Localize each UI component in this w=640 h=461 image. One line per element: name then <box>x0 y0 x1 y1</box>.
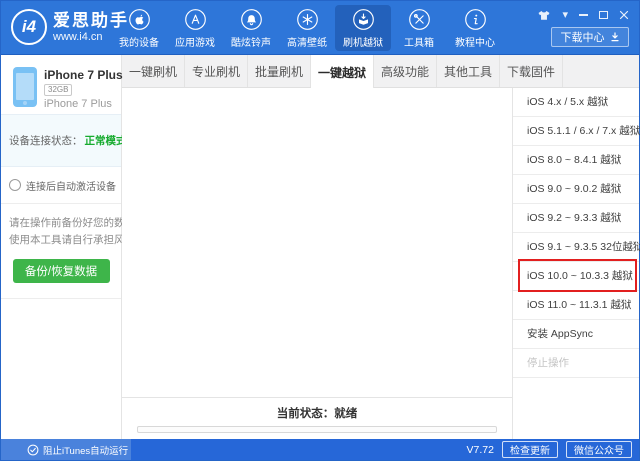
jailbreak-item-label: iOS 11.0 ~ 11.3.1 越狱 <box>527 299 632 311</box>
block-itunes-label: 阻止iTunes自动运行 <box>43 445 129 457</box>
jailbreak-item-ios9-2[interactable]: iOS 9.2 ~ 9.3.3 越狱 <box>513 204 639 233</box>
apple-icon <box>128 8 151 31</box>
current-status-text: 当前状态：就绪 <box>276 408 358 420</box>
connection-status-value: 正常模式 <box>84 135 127 147</box>
close-button[interactable] <box>619 10 629 20</box>
nav-item-my-device[interactable]: 我的设备 <box>111 5 167 51</box>
warning-line-1: 请在操作前备份好您的数据 <box>9 217 135 229</box>
connection-status: 设备连接状态： 正常模式 <box>1 114 127 167</box>
header-bar: i4 爱思助手 www.i4.cn 我的设备 应用游戏 酷炫铃声 高清壁纸 刷机… <box>1 1 639 55</box>
device-sidebar: iPhone 7 Plus 32GB iPhone 7 Plus 设备连接状态：… <box>1 55 135 439</box>
tab-batch-flash[interactable]: 批量刷机 <box>248 55 311 87</box>
download-icon <box>610 32 619 42</box>
content-area: 当前状态：就绪 <box>122 88 512 439</box>
maximize-button[interactable] <box>599 11 608 19</box>
i4-logo-icon: i4 <box>11 9 47 45</box>
check-update-button[interactable]: 检查更新 <box>502 441 558 458</box>
jailbreak-box-icon <box>352 8 375 31</box>
jailbreak-item-label: iOS 9.0 ~ 9.0.2 越狱 <box>527 183 622 195</box>
jailbreak-item-ios5-6-7[interactable]: iOS 5.1.1 / 6.x / 7.x 越狱 <box>513 117 640 146</box>
warning-line-2: 使用本工具请自行承担风险 <box>9 234 135 246</box>
bell-icon <box>240 8 263 31</box>
progress-bar <box>137 426 497 433</box>
device-model: iPhone 7 Plus <box>44 98 112 110</box>
skin-icon[interactable] <box>537 10 551 21</box>
install-appsync-item[interactable]: 安装 AppSync <box>513 320 639 349</box>
nav-label: 工具箱 <box>404 37 434 49</box>
nav-item-tutorials[interactable]: 教程中心 <box>447 5 503 51</box>
nav-item-wallpapers[interactable]: 高清壁纸 <box>279 5 335 51</box>
tab-pro-flash[interactable]: 专业刷机 <box>185 55 248 87</box>
tools-icon <box>408 8 431 31</box>
snowflake-icon <box>296 8 319 31</box>
nav-label: 酷炫铃声 <box>231 37 271 49</box>
iphone-icon <box>13 67 37 107</box>
block-itunes-toggle[interactable]: 阻止iTunes自动运行 <box>1 439 131 460</box>
jailbreak-item-ios8[interactable]: iOS 8.0 ~ 8.4.1 越狱 <box>513 146 639 175</box>
nav-item-flash-jailbreak[interactable]: 刷机越狱 <box>335 5 391 51</box>
jailbreak-item-ios4-5[interactable]: iOS 4.x / 5.x 越狱 <box>513 88 639 117</box>
footer-right: V7.72 检查更新 微信公众号 <box>467 441 639 458</box>
device-card: iPhone 7 Plus 32GB iPhone 7 Plus <box>1 63 123 114</box>
capacity-badge: 32GB <box>44 84 73 96</box>
jailbreak-item-ios10[interactable]: iOS 10.0 ~ 10.3.3 越狱 <box>513 259 639 292</box>
stop-operation-item: 停止操作 <box>513 349 639 378</box>
jailbreak-item-label: 安装 AppSync <box>527 328 593 340</box>
radio-icon[interactable] <box>9 179 21 191</box>
info-icon <box>464 8 487 31</box>
footer-bar: 阻止iTunes自动运行 V7.72 检查更新 微信公众号 <box>1 439 639 460</box>
nav-item-ringtones[interactable]: 酷炫铃声 <box>223 5 279 51</box>
nav-label: 高清壁纸 <box>287 37 327 49</box>
tab-advanced[interactable]: 高级功能 <box>374 55 437 87</box>
wechat-account-button[interactable]: 微信公众号 <box>566 441 632 458</box>
version-label: V7.72 <box>466 443 494 456</box>
appstore-icon <box>184 8 207 31</box>
tab-one-click-flash[interactable]: 一键刷机 <box>122 55 185 87</box>
jailbreak-item-ios9-0[interactable]: iOS 9.0 ~ 9.0.2 越狱 <box>513 175 639 204</box>
app-window: i4 爱思助手 www.i4.cn 我的设备 应用游戏 酷炫铃声 高清壁纸 刷机… <box>0 0 640 461</box>
download-center-button[interactable]: 下载中心 <box>551 27 629 47</box>
backup-restore-button[interactable]: 备份/恢复数据 <box>12 259 110 283</box>
nav-label: 我的设备 <box>119 37 159 49</box>
minimize-button[interactable] <box>579 14 588 16</box>
tab-download-firmware[interactable]: 下载固件 <box>500 55 563 87</box>
jailbreak-item-label: iOS 9.2 ~ 9.3.3 越狱 <box>527 212 622 224</box>
nav-label: 刷机越狱 <box>343 37 383 49</box>
auto-activate-label: 连接后自动激活设备 <box>26 181 116 193</box>
jailbreak-item-label: iOS 8.0 ~ 8.4.1 越狱 <box>527 154 622 166</box>
nav-item-toolbox[interactable]: 工具箱 <box>391 5 447 51</box>
jailbreak-item-label: iOS 10.0 ~ 10.3.3 越狱 <box>527 270 633 282</box>
jailbreak-item-label: iOS 9.1 ~ 9.3.5 32位越狱 <box>527 241 640 253</box>
jailbreak-item-label: iOS 4.x / 5.x 越狱 <box>527 96 609 108</box>
jailbreak-item-label: iOS 5.1.1 / 6.x / 7.x 越狱 <box>527 125 640 137</box>
main-nav: 我的设备 应用游戏 酷炫铃声 高清壁纸 刷机越狱 工具箱 教程中心 <box>111 5 503 51</box>
nav-item-apps-games[interactable]: 应用游戏 <box>167 5 223 51</box>
nav-label: 应用游戏 <box>175 37 215 49</box>
status-block: 当前状态：就绪 <box>122 397 512 439</box>
menu-caret-icon[interactable]: ▾ <box>562 9 568 21</box>
tab-other-tools[interactable]: 其他工具 <box>437 55 500 87</box>
jailbreak-item-ios11[interactable]: iOS 11.0 ~ 11.3.1 越狱 <box>513 291 639 320</box>
auto-activate-option[interactable]: 连接后自动激活设备 <box>1 167 121 204</box>
backup-warning-section: 请在操作前备份好您的数据 使用本工具请自行承担风险 备份/恢复数据 <box>1 204 135 299</box>
window-controls: ▾ <box>537 9 629 21</box>
connection-status-label: 设备连接状态： <box>9 135 83 147</box>
tool-tabbar: 一键刷机 专业刷机 批量刷机 一键越狱 高级功能 其他工具 下载固件 <box>122 55 639 89</box>
device-name: iPhone 7 Plus <box>44 68 123 82</box>
nav-label: 教程中心 <box>455 37 495 49</box>
jailbreak-list: iOS 4.x / 5.x 越狱 iOS 5.1.1 / 6.x / 7.x 越… <box>512 88 640 439</box>
check-circle-icon <box>27 444 39 455</box>
tab-one-click-jailbreak[interactable]: 一键越狱 <box>311 55 374 89</box>
jailbreak-item-label: 停止操作 <box>527 357 569 369</box>
jailbreak-item-ios9-32bit[interactable]: iOS 9.1 ~ 9.3.5 32位越狱 <box>513 233 640 262</box>
download-center-label: 下载中心 <box>560 32 605 44</box>
